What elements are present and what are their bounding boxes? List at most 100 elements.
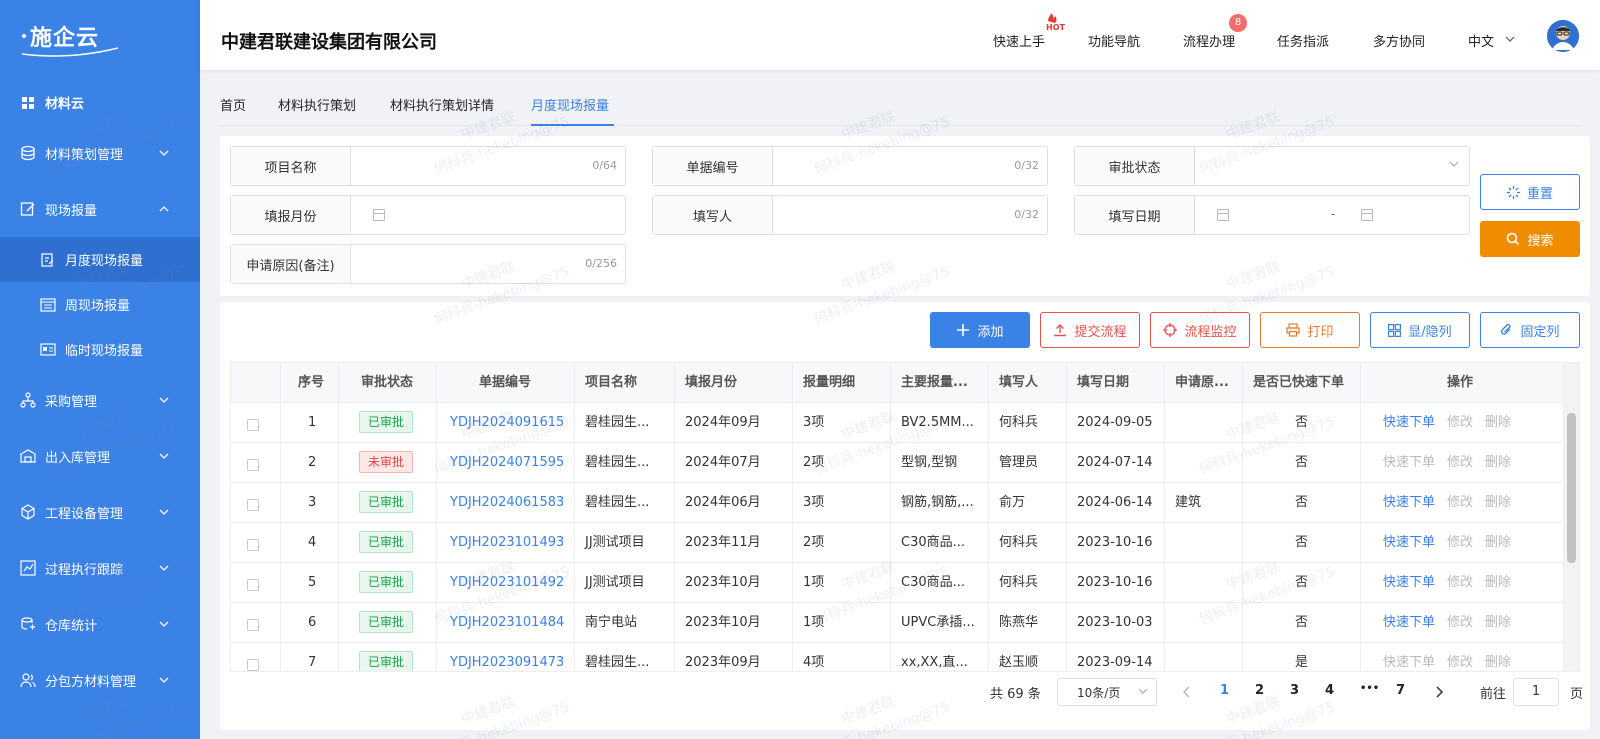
table-row[interactable]: 3 已审批 YDJH2024061583 碧桂园生... 2024年06月 3项 钢筋,钢筋…	[231, 483, 1564, 523]
sidebar-item-warehouse-stats[interactable]: 仓库统计	[0, 596, 200, 652]
page-7[interactable]: 7	[1396, 683, 1405, 698]
cell-status: 已审批	[339, 403, 437, 443]
edit-link[interactable]: 修改	[1447, 643, 1473, 671]
sidebar-item-label: 周现场报量	[65, 299, 131, 314]
tab-material-plan[interactable]: 材料执行策划	[278, 95, 356, 114]
edit-link[interactable]: 修改	[1447, 523, 1473, 563]
sidebar-item-label: 临时现场报量	[65, 344, 144, 359]
quick-order-link[interactable]: 快速下单	[1383, 523, 1435, 563]
table-row[interactable]: 2 未审批 YDJH2024071595 碧桂园生... 2024年07月 2项 型钢,型钢…	[231, 443, 1564, 483]
delete-link[interactable]: 删除	[1485, 523, 1511, 563]
add-button[interactable]: 添加	[930, 312, 1030, 348]
cell-doc[interactable]: YDJH2023101484	[437, 603, 575, 643]
sidebar-item-weekly-report[interactable]: 周现场报量	[0, 282, 200, 327]
sidebar-item-label: 采购管理	[45, 394, 98, 410]
quick-order-link[interactable]: 快速下单	[1383, 403, 1435, 443]
prev-page-icon[interactable]	[1182, 686, 1192, 698]
table-row[interactable]: 5 已审批 YDJH2023101492 JJ测试项目 2023年10月 1项 C30商品.…	[231, 563, 1564, 603]
edit-link[interactable]: 修改	[1447, 443, 1473, 483]
sidebar-item-inventory-io[interactable]: 出入库管理	[0, 428, 200, 484]
toggle-columns-button[interactable]: 显/隐列	[1370, 312, 1470, 348]
print-button[interactable]: 打印	[1260, 312, 1360, 348]
nav-process-handling[interactable]: 流程办理	[1183, 31, 1235, 50]
row-checkbox[interactable]	[247, 659, 259, 671]
fill-date-range-picker[interactable]: -	[1195, 196, 1469, 234]
delete-link[interactable]: 删除	[1485, 643, 1511, 671]
report-icon	[40, 252, 56, 268]
table-row[interactable]: 7 已审批 YDJH2023091473 碧桂园生... 2023年09月 4项 xx,XX…	[231, 643, 1564, 671]
pin-columns-button[interactable]: 固定列	[1480, 312, 1580, 348]
row-checkbox[interactable]	[247, 419, 259, 431]
approval-status-select[interactable]	[1195, 147, 1469, 185]
cell-doc[interactable]: YDJH2023101492	[437, 563, 575, 603]
edit-link[interactable]: 修改	[1447, 603, 1473, 643]
chevron-up-icon	[159, 206, 169, 212]
next-page-icon[interactable]	[1434, 686, 1444, 698]
quick-order-link[interactable]: 快速下单	[1383, 443, 1435, 483]
tab-monthly-report[interactable]: 月度现场报量	[531, 95, 609, 114]
sidebar-item-monthly-report[interactable]: 月度现场报量	[0, 237, 200, 282]
sidebar-item-material-cloud[interactable]: 材料云	[0, 80, 200, 125]
row-checkbox[interactable]	[247, 459, 259, 471]
nav-function-guide[interactable]: 功能导航	[1088, 31, 1140, 50]
goto-page-input[interactable]: 1	[1513, 678, 1559, 706]
delete-link[interactable]: 删除	[1485, 443, 1511, 483]
cell-doc[interactable]: YDJH2024091615	[437, 403, 575, 443]
page-ellipsis[interactable]: •••	[1360, 683, 1379, 694]
quick-order-link[interactable]: 快速下单	[1383, 563, 1435, 603]
project-name-field: 项目名称 0/64	[230, 146, 626, 186]
sidebar-item-equipment[interactable]: 工程设备管理	[0, 484, 200, 540]
submit-process-button[interactable]: 提交流程	[1040, 312, 1140, 348]
quick-order-link[interactable]: 快速下单	[1383, 603, 1435, 643]
sidebar-item-site-report[interactable]: 现场报量	[0, 181, 200, 237]
reason-input[interactable]: 0/256	[351, 245, 625, 283]
page-4[interactable]: 4	[1325, 683, 1334, 698]
row-checkbox[interactable]	[247, 499, 259, 511]
nav-collaboration[interactable]: 多方协同	[1373, 31, 1425, 50]
delete-link[interactable]: 删除	[1485, 603, 1511, 643]
delete-link[interactable]: 删除	[1485, 563, 1511, 603]
sidebar-item-procurement[interactable]: 采购管理	[0, 372, 200, 428]
doc-no-input[interactable]: 0/32	[773, 147, 1047, 185]
cell-status: 已审批	[339, 483, 437, 523]
cell-doc[interactable]: YDJH2023101493	[437, 523, 575, 563]
sidebar-item-subcontract[interactable]: 分包方材料管理	[0, 652, 200, 708]
vertical-scrollbar[interactable]	[1564, 363, 1579, 671]
sidebar-item-process-tracking[interactable]: 过程执行跟踪	[0, 540, 200, 596]
sidebar-item-material-planning[interactable]: 材料策划管理	[0, 125, 200, 181]
filler-input[interactable]: 0/32	[773, 196, 1047, 234]
page-3[interactable]: 3	[1290, 683, 1299, 698]
tab-material-plan-detail[interactable]: 材料执行策划详情	[390, 95, 494, 114]
row-checkbox[interactable]	[247, 539, 259, 551]
row-checkbox[interactable]	[247, 579, 259, 591]
process-monitor-button[interactable]: 流程监控	[1150, 312, 1250, 348]
nav-task-assign[interactable]: 任务指派	[1277, 31, 1329, 50]
nav-quick-start[interactable]: 快速上手	[993, 31, 1045, 50]
delete-link[interactable]: 删除	[1485, 403, 1511, 443]
scrollbar-thumb[interactable]	[1567, 413, 1576, 563]
user-avatar[interactable]	[1547, 20, 1579, 52]
cell-doc[interactable]: YDJH2023091473	[437, 643, 575, 671]
page-2[interactable]: 2	[1255, 683, 1264, 698]
edit-link[interactable]: 修改	[1447, 563, 1473, 603]
tab-home[interactable]: 首页	[220, 95, 246, 114]
table-row[interactable]: 4 已审批 YDJH2023101493 JJ测试项目 2023年11月 2项 C30商品.…	[231, 523, 1564, 563]
language-select[interactable]: 中文	[1468, 31, 1494, 50]
quick-order-link[interactable]: 快速下单	[1383, 643, 1435, 671]
edit-link[interactable]: 修改	[1447, 483, 1473, 523]
table-row[interactable]: 1 已审批 YDJH2024091615 碧桂园生... 2024年09月 3项 BV2.5…	[231, 403, 1564, 443]
quick-order-link[interactable]: 快速下单	[1383, 483, 1435, 523]
sidebar-item-temp-report[interactable]: 临时现场报量	[0, 327, 200, 372]
table-row[interactable]: 6 已审批 YDJH2023101484 南宁电站 2023年10月 1项 UPVC承插..…	[231, 603, 1564, 643]
search-button[interactable]: 搜索	[1480, 221, 1580, 257]
page-1[interactable]: 1	[1220, 683, 1229, 698]
cell-doc[interactable]: YDJH2024061583	[437, 483, 575, 523]
report-month-picker[interactable]	[351, 196, 625, 234]
row-checkbox[interactable]	[247, 619, 259, 631]
edit-link[interactable]: 修改	[1447, 403, 1473, 443]
delete-link[interactable]: 删除	[1485, 483, 1511, 523]
project-name-input[interactable]: 0/64	[351, 147, 625, 185]
cell-doc[interactable]: YDJH2024071595	[437, 443, 575, 483]
reset-button[interactable]: 重置	[1480, 174, 1580, 210]
page-size-select[interactable]: 10条/页	[1057, 678, 1157, 706]
